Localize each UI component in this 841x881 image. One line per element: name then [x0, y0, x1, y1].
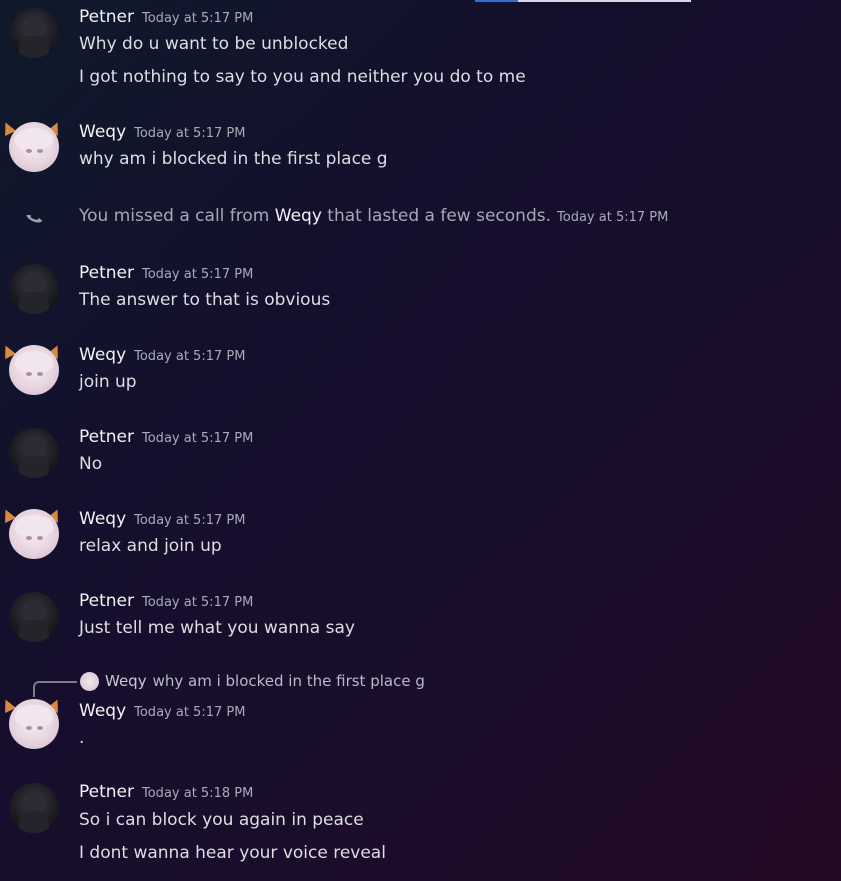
caller-name[interactable]: Weqy — [275, 206, 322, 226]
message-text: why am i blocked in the first place g — [79, 149, 388, 169]
scroll-indicator-track — [518, 0, 691, 2]
avatar-weqy[interactable] — [9, 699, 59, 749]
message-text: join up — [79, 372, 137, 392]
message-text: Just tell me what you wanna say — [79, 618, 355, 638]
missed-call-text: You missed a call from Weqy that lasted … — [79, 206, 669, 226]
message-author[interactable]: Petner Today at 5:18 PM — [79, 782, 253, 802]
message-text: I dont wanna hear your voice reveal — [79, 843, 386, 863]
reply-snippet: why am i blocked in the first place g — [152, 672, 425, 690]
avatar-petner[interactable] — [9, 783, 59, 833]
message-author[interactable]: Petner Today at 5:17 PM — [79, 263, 253, 283]
avatar-petner[interactable] — [9, 592, 59, 642]
reply-connector — [33, 681, 77, 697]
message-author[interactable]: Weqy Today at 5:17 PM — [79, 345, 245, 365]
message-timestamp: Today at 5:17 PM — [134, 705, 246, 720]
avatar-weqy[interactable] — [9, 509, 59, 559]
message-author[interactable]: Weqy Today at 5:17 PM — [79, 509, 245, 529]
message-timestamp: Today at 5:17 PM — [142, 11, 254, 26]
message-text: I got nothing to say to you and neither … — [79, 67, 526, 87]
message-text: Why do u want to be unblocked — [79, 34, 349, 54]
message-timestamp: Today at 5:17 PM — [142, 267, 254, 282]
message-text: . — [79, 728, 85, 748]
reply-preview[interactable]: Weqy why am i blocked in the first place … — [105, 672, 425, 690]
message-timestamp: Today at 5:17 PM — [557, 210, 669, 225]
message-text: So i can block you again in peace — [79, 810, 364, 830]
message-author[interactable]: Petner Today at 5:17 PM — [79, 427, 253, 447]
message-timestamp: Today at 5:17 PM — [142, 431, 254, 446]
avatar-petner[interactable] — [9, 8, 59, 58]
message-timestamp: Today at 5:17 PM — [134, 349, 246, 364]
message-text: relax and join up — [79, 536, 222, 556]
message-author[interactable]: Weqy Today at 5:17 PM — [79, 701, 245, 721]
scroll-indicator — [475, 0, 691, 2]
avatar-petner[interactable] — [9, 428, 59, 478]
message-timestamp: Today at 5:17 PM — [134, 126, 246, 141]
avatar-petner[interactable] — [9, 264, 59, 314]
message-author[interactable]: Petner Today at 5:17 PM — [79, 7, 253, 27]
avatar-weqy[interactable] — [9, 345, 59, 395]
reply-avatar — [80, 672, 99, 691]
message-timestamp: Today at 5:18 PM — [142, 786, 254, 801]
phone-missed-icon — [26, 215, 43, 223]
scroll-indicator-active — [475, 0, 518, 2]
message-timestamp: Today at 5:17 PM — [142, 595, 254, 610]
message-author[interactable]: Weqy Today at 5:17 PM — [79, 122, 245, 142]
avatar-weqy[interactable] — [9, 122, 59, 172]
message-author[interactable]: Petner Today at 5:17 PM — [79, 591, 253, 611]
message-text: No — [79, 454, 103, 474]
message-text: The answer to that is obvious — [79, 290, 331, 310]
reply-author: Weqy — [105, 672, 147, 690]
message-timestamp: Today at 5:17 PM — [134, 513, 246, 528]
